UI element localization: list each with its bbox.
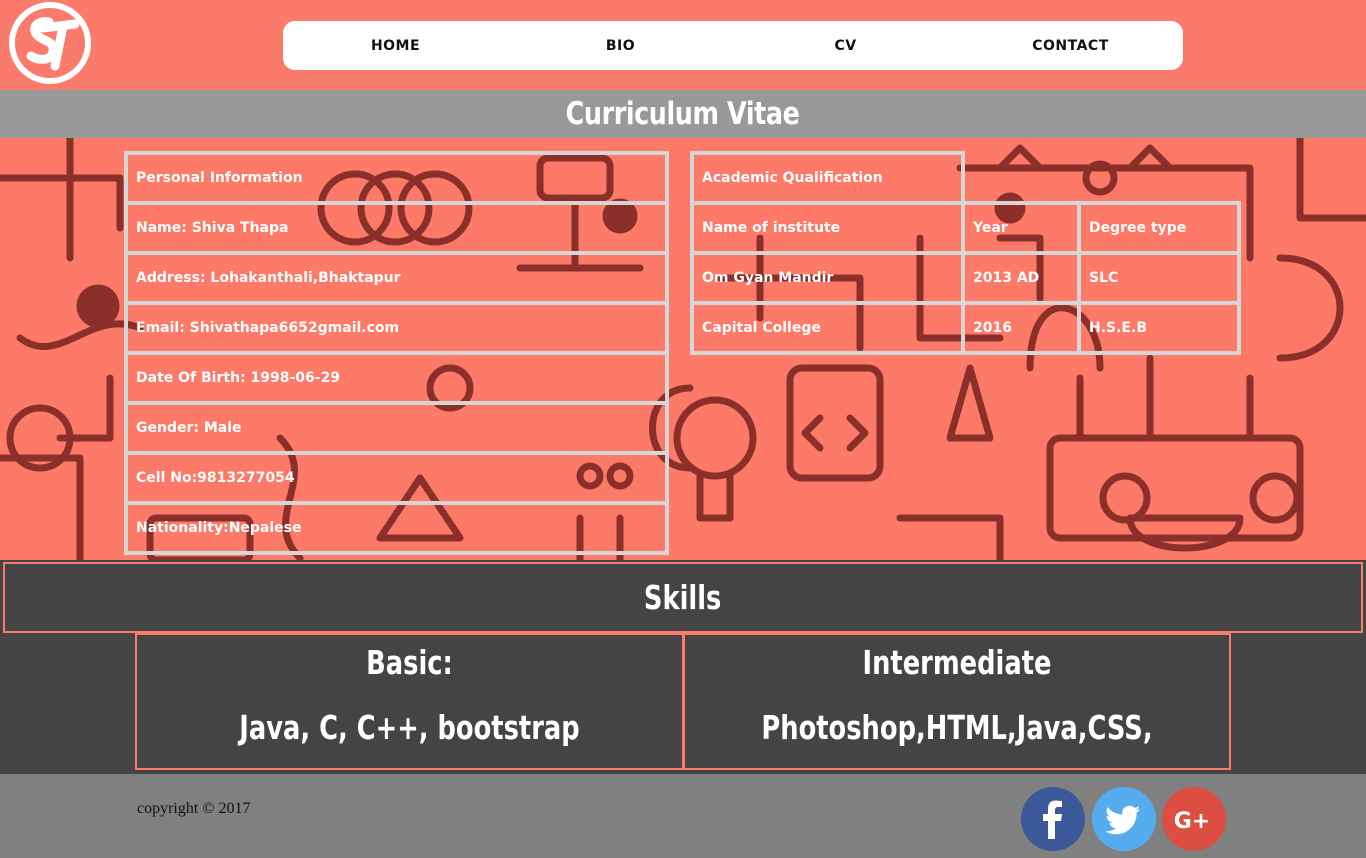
copyright-text: copyright © 2017: [137, 800, 251, 817]
personal-cell: Cell No:9813277054: [124, 451, 669, 505]
nav-home[interactable]: HOME: [283, 21, 508, 70]
empty-cell: [1079, 153, 1239, 203]
institute-cell: Om Gyan Mandir: [690, 251, 965, 305]
personal-address: Address: Lohakanthali,Bhaktapur: [124, 251, 669, 305]
intermediate-skills-list: Photoshop,HTML,Java,CSS,: [761, 708, 1153, 747]
personal-name: Name: Shiva Thapa: [124, 201, 669, 255]
intermediate-skills-title: Intermediate: [862, 643, 1052, 682]
col-year: Year: [961, 201, 1081, 255]
academic-table: Academic Qualification Name of institute…: [690, 151, 1241, 355]
institute-cell: Capital College: [690, 301, 965, 355]
facebook-icon[interactable]: [1021, 787, 1085, 851]
page-title: Curriculum Vitae: [566, 96, 800, 132]
table-row: Nationality:Nepalese: [124, 501, 669, 555]
table-row: Academic Qualification: [690, 151, 1239, 205]
footer: copyright © 2017 G+: [0, 774, 1366, 858]
svg-text:G+: G+: [1174, 809, 1211, 834]
table-row: Capital College 2016 H.S.E.B: [690, 301, 1241, 355]
basic-skills-list: Java, C, C++, bootstrap: [239, 708, 580, 747]
table-row: Gender: Male: [124, 401, 669, 455]
intermediate-skills-box: Intermediate Photoshop,HTML,Java,CSS,: [683, 633, 1231, 770]
background-pattern: Personal Information Name: Shiva Thapa A…: [0, 138, 1366, 560]
personal-nationality: Nationality:Nepalese: [124, 501, 669, 555]
table-row: Email: Shivathapa6652gmail.com: [124, 301, 669, 355]
google-plus-icon[interactable]: G+: [1162, 787, 1226, 851]
nav-cv[interactable]: CV: [733, 21, 958, 70]
nav-bio[interactable]: BIO: [508, 21, 733, 70]
academic-heading: Academic Qualification: [690, 151, 965, 205]
table-header-row: Name of institute Year Degree type: [690, 201, 1241, 255]
personal-gender: Gender: Male: [124, 401, 669, 455]
basic-skills-title: Basic:: [366, 643, 453, 682]
table-row: Om Gyan Mandir 2013 AD SLC: [690, 251, 1241, 305]
skills-section: Skills Basic: Java, C, C++, bootstrap In…: [0, 560, 1366, 774]
nav-contact[interactable]: CONTACT: [958, 21, 1183, 70]
empty-cell: [963, 153, 1079, 203]
year-cell: 2013 AD: [961, 251, 1081, 305]
main-nav: HOME BIO CV CONTACT: [283, 21, 1183, 70]
col-institute: Name of institute: [690, 201, 965, 255]
table-row: Cell No:9813277054: [124, 451, 669, 505]
degree-cell: H.S.E.B: [1077, 301, 1241, 355]
skills-header: Skills: [3, 562, 1363, 633]
personal-info-heading: Personal Information: [124, 151, 669, 205]
year-cell: 2016: [961, 301, 1081, 355]
personal-dob: Date Of Birth: 1998-06-29: [124, 351, 669, 405]
personal-info-table: Personal Information Name: Shiva Thapa A…: [124, 151, 669, 555]
logo[interactable]: [9, 2, 91, 84]
header: HOME BIO CV CONTACT: [0, 0, 1366, 90]
twitter-icon[interactable]: [1092, 787, 1156, 851]
table-row: Personal Information: [124, 151, 669, 205]
col-degree: Degree type: [1077, 201, 1241, 255]
table-row: Name: Shiva Thapa: [124, 201, 669, 255]
page-title-band: Curriculum Vitae: [0, 90, 1366, 138]
personal-email: Email: Shivathapa6652gmail.com: [124, 301, 669, 355]
table-row: Date Of Birth: 1998-06-29: [124, 351, 669, 405]
basic-skills-box: Basic: Java, C, C++, bootstrap: [135, 633, 684, 770]
degree-cell: SLC: [1077, 251, 1241, 305]
table-row: Address: Lohakanthali,Bhaktapur: [124, 251, 669, 305]
skills-title: Skills: [644, 578, 722, 617]
